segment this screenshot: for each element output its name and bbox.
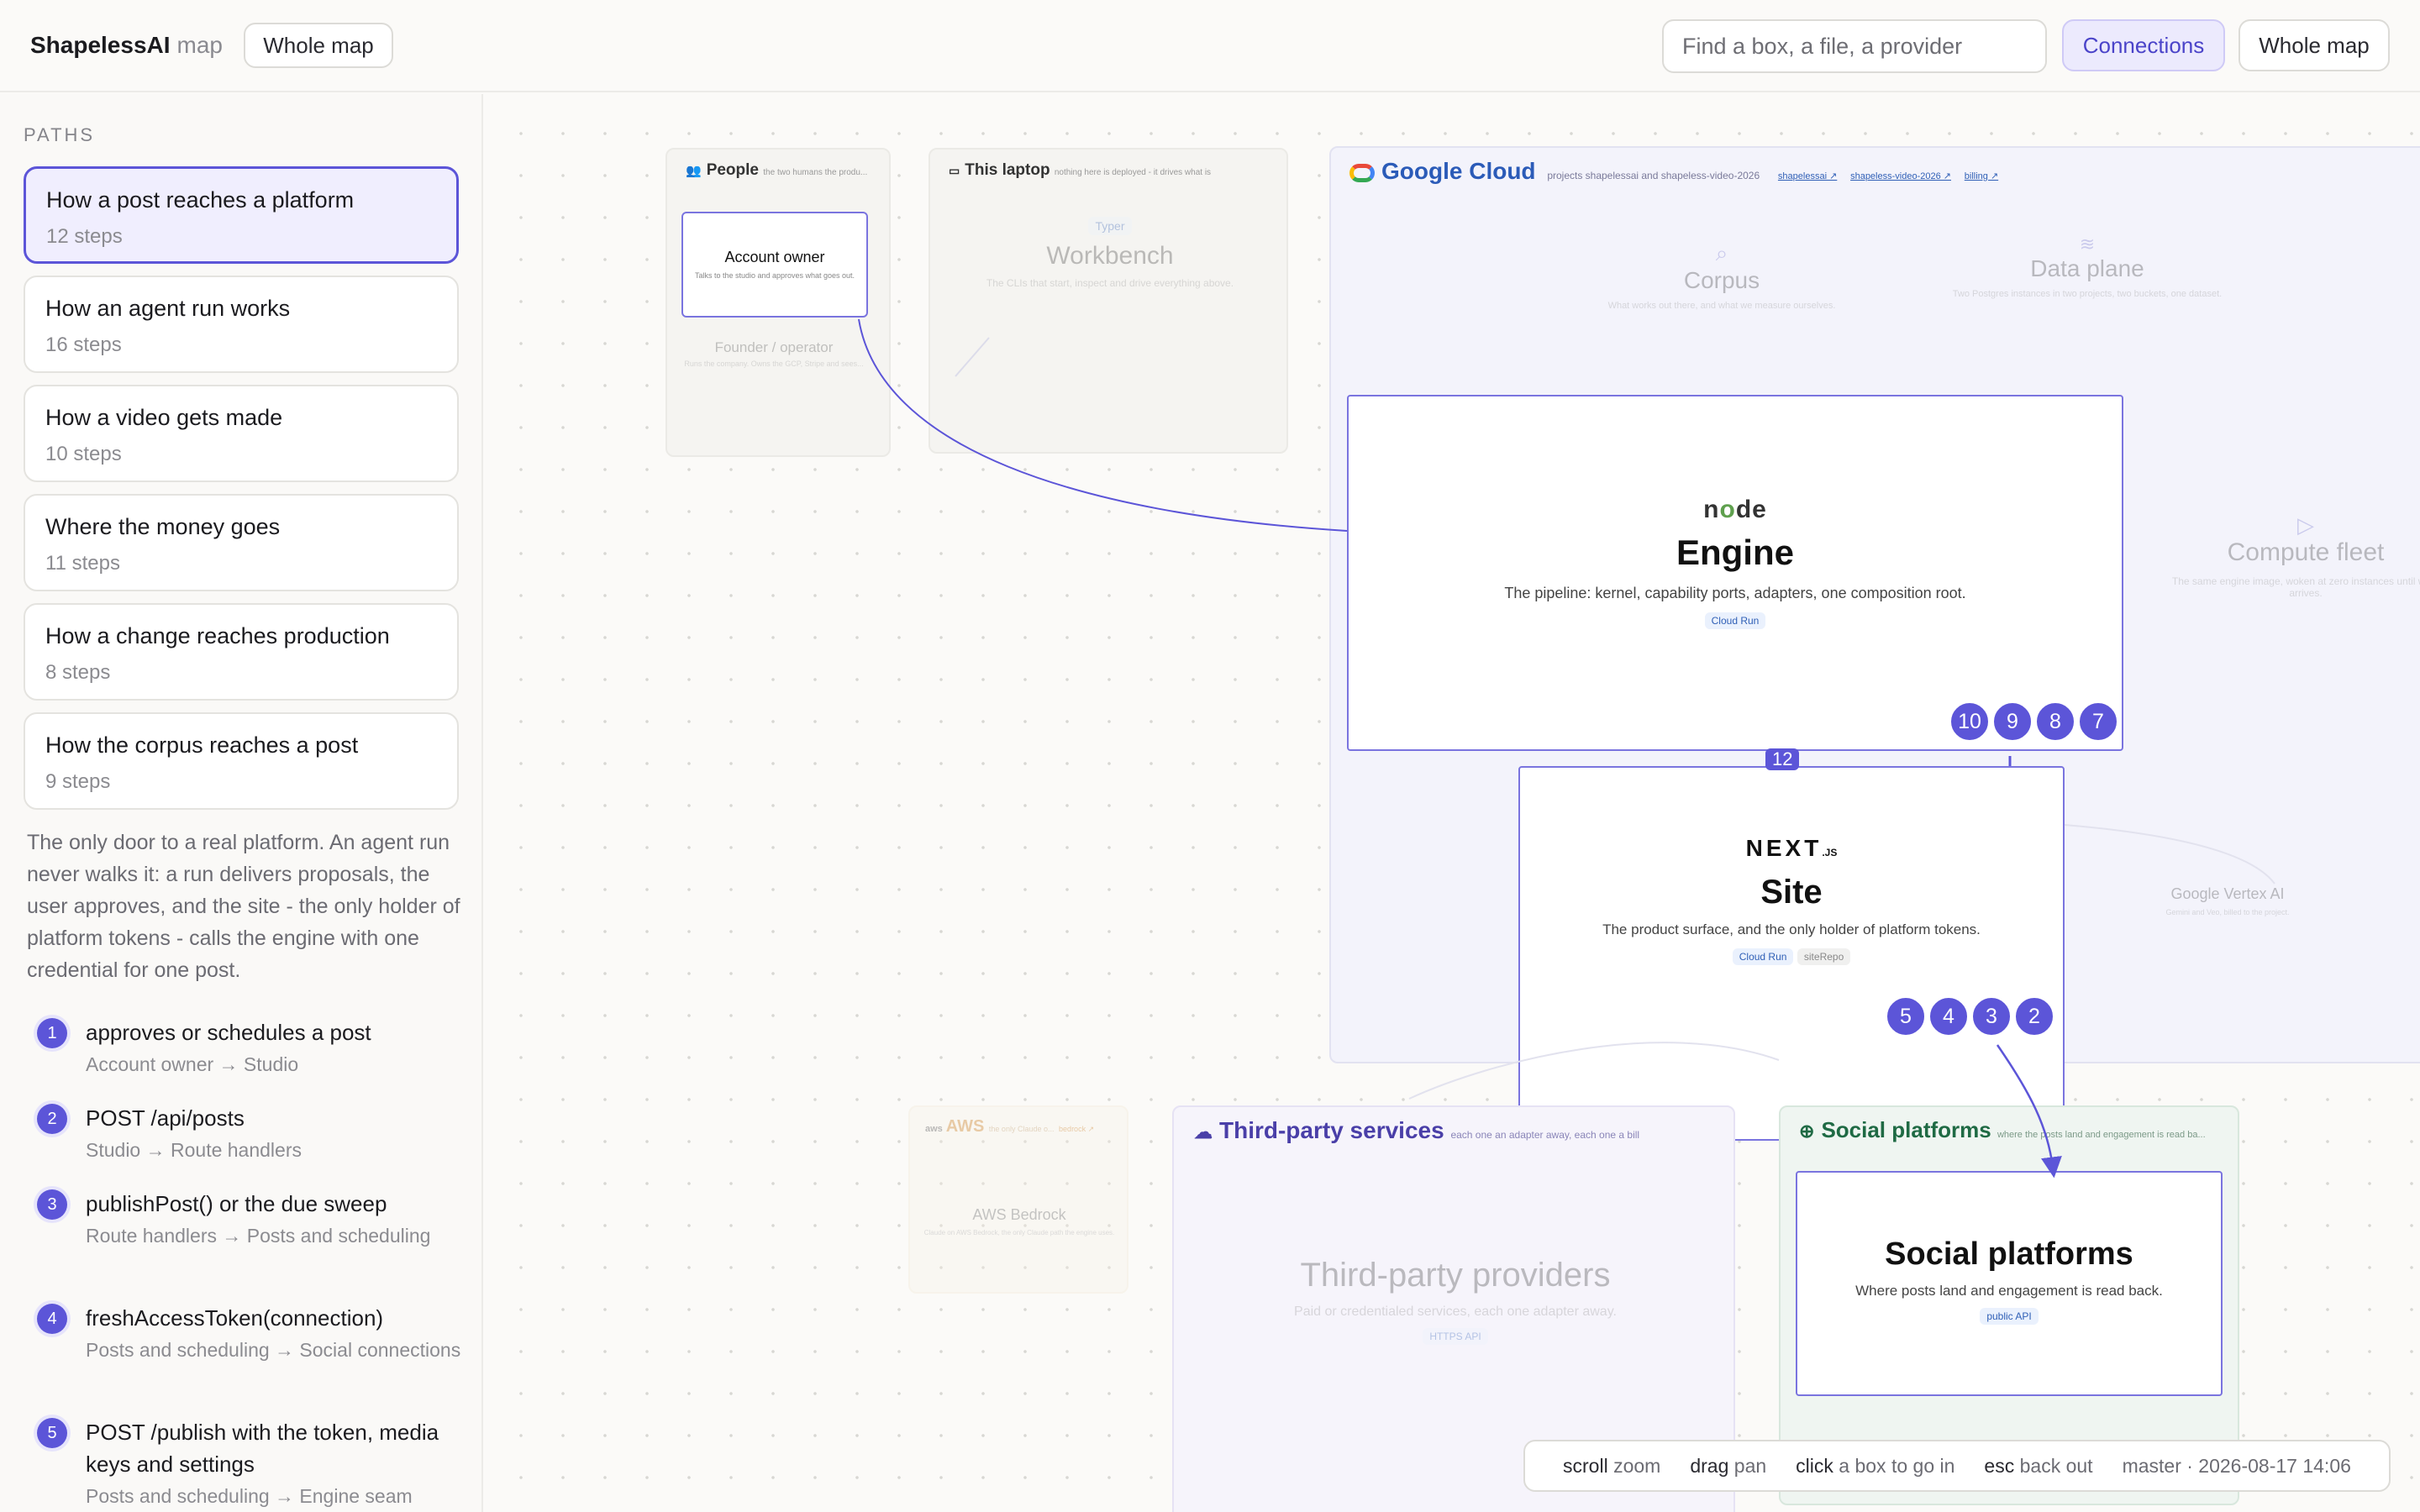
path-item[interactable]: How a change reaches production 8 steps [24, 603, 459, 701]
step-route: Posts and scheduling → Social connection… [86, 1339, 461, 1361]
edge-label: 12 [1765, 748, 1800, 770]
step-action: POST /api/posts [86, 1105, 245, 1131]
brand-name: ShapelessAI [30, 32, 171, 58]
path-steps: 8 steps [45, 661, 111, 684]
step-route: Account owner → Studio [86, 1053, 299, 1075]
legend-value: back out [2019, 1454, 2093, 1477]
path-item[interactable]: How a video gets made 10 steps [24, 385, 459, 482]
edge-faint [1408, 1042, 1780, 1100]
map-canvas[interactable]: 👥 People the two humans the produ... Foun… [485, 94, 2420, 1512]
step-route: Studio → Route handlers [86, 1139, 302, 1161]
path-title: How a change reaches production [45, 623, 390, 648]
path-steps: 16 steps [45, 333, 122, 356]
path-step[interactable]: 1 approves or schedules a post Account o… [37, 1016, 466, 1079]
sidebar: PATHS How a post reaches a platform 12 s… [0, 94, 483, 1512]
path-step[interactable]: 5 POST /publish with the token, media ke… [37, 1416, 466, 1510]
path-steps: 11 steps [45, 552, 120, 575]
step-action: POST /publish with the token, media keys… [86, 1420, 439, 1477]
build-info: master · 2026-08-17 14:06 [2122, 1454, 2351, 1477]
path-title: How an agent run works [45, 296, 291, 321]
legend-item: esc back out [1984, 1455, 2092, 1478]
path-item[interactable]: How a post reaches a platform 12 steps [24, 166, 459, 264]
edge-faint [955, 337, 990, 377]
path-item[interactable]: How the corpus reaches a post 9 steps [24, 712, 459, 810]
path-item[interactable]: How an agent run works 16 steps [24, 276, 459, 373]
step-number: 5 [37, 1418, 67, 1448]
scope-pill-button[interactable]: Whole map [244, 23, 393, 68]
step-number: 3 [37, 1189, 67, 1220]
legend-item: scroll zoom [1563, 1455, 1660, 1478]
legend-key: scroll [1563, 1454, 1608, 1477]
keyboard-legend: scroll zoom drag pan click a box to go i… [1523, 1440, 2391, 1492]
path-description: The only door to a real platform. An age… [27, 831, 460, 982]
legend-value: zoom [1613, 1454, 1661, 1477]
path-steps: 12 steps [46, 225, 123, 248]
legend-key: esc [1984, 1454, 2015, 1477]
step-route: Route handlers → Posts and scheduling [86, 1225, 431, 1247]
step-action: approves or schedules a post [86, 1020, 371, 1045]
search-input[interactable] [1662, 19, 2047, 73]
path-step[interactable]: 4 freshAccessToken(connection) Posts and… [37, 1302, 466, 1364]
connections-button[interactable]: Connections [2062, 19, 2225, 71]
path-title: How a post reaches a platform [46, 187, 355, 213]
top-bar: ShapelessAImap Whole map Connections Who… [0, 0, 2420, 92]
legend-value: pan [1733, 1454, 1767, 1477]
step-route: Posts and scheduling → Engine seam [86, 1485, 413, 1507]
path-step[interactable]: 3 publishPost() or the due sweep Route h… [37, 1188, 466, 1250]
path-steps: 9 steps [45, 770, 111, 793]
edge-owner-to-engine [858, 318, 1348, 532]
edge-faint [2064, 824, 2275, 885]
legend-key: drag [1690, 1454, 1729, 1477]
brand-sub: map [176, 32, 223, 58]
path-title: Where the money goes [45, 514, 281, 539]
edge-site-to-social [1996, 1044, 2062, 1179]
step-number: 1 [37, 1018, 67, 1048]
legend-key: click [1796, 1454, 1833, 1477]
legend-item: drag pan [1690, 1455, 1766, 1478]
step-number: 4 [37, 1304, 67, 1334]
step-action: publishPost() or the due sweep [86, 1191, 387, 1216]
step-number: 2 [37, 1104, 67, 1134]
path-steps: 10 steps [45, 443, 122, 465]
path-title: How a video gets made [45, 405, 283, 430]
brand: ShapelessAI map [30, 32, 223, 59]
step-action: freshAccessToken(connection) [86, 1305, 384, 1331]
connection-edges [858, 318, 2275, 1179]
paths-section-label: PATHS [24, 124, 96, 145]
legend-value: a box to go in [1839, 1454, 1955, 1477]
path-step[interactable]: 2 POST /api/posts Studio → Route handler… [37, 1102, 466, 1164]
legend-item: click a box to go in [1796, 1455, 1954, 1478]
whole-map-button[interactable]: Whole map [2238, 19, 2390, 71]
path-item[interactable]: Where the money goes 11 steps [24, 494, 459, 591]
path-title: How the corpus reaches a post [45, 732, 359, 758]
